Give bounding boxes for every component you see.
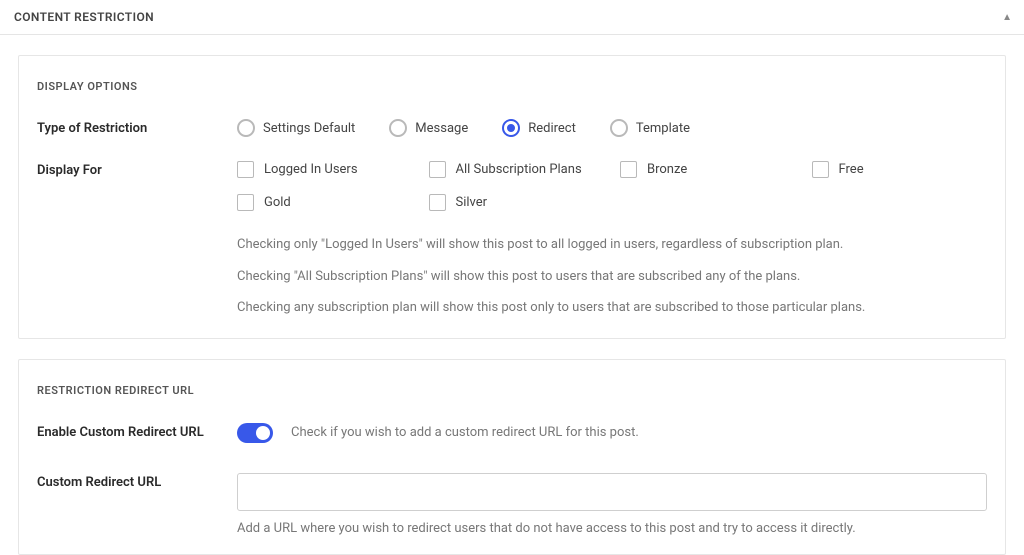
display-for-content: Logged In Users All Subscription Plans B… [237,161,987,318]
radio-template[interactable]: Template [610,119,690,137]
custom-redirect-url-content: Add a URL where you wish to redirect use… [237,473,987,536]
panel-header: CONTENT RESTRICTION ▲ [0,0,1024,35]
checkbox-icon [812,161,829,178]
checkbox-icon [429,161,446,178]
enable-custom-redirect-content: Check if you wish to add a custom redire… [237,423,987,443]
help-text: Checking only "Logged In Users" will sho… [237,235,987,255]
checkbox-label: Logged In Users [264,162,358,177]
type-of-restriction-options: Settings Default Message Redirect Templa… [237,119,987,137]
help-text: Checking "All Subscription Plans" will s… [237,267,987,287]
restriction-redirect-box: RESTRICTION REDIRECT URL Enable Custom R… [18,359,1006,555]
type-of-restriction-label: Type of Restriction [37,119,237,136]
enable-custom-redirect-toggle[interactable] [237,423,273,443]
radio-label: Message [415,121,468,136]
radio-settings-default[interactable]: Settings Default [237,119,355,137]
enable-custom-redirect-row: Enable Custom Redirect URL Check if you … [37,423,987,443]
checkbox-icon [237,194,254,211]
custom-redirect-url-label: Custom Redirect URL [37,473,237,490]
checkbox-all-subscription-plans[interactable]: All Subscription Plans [429,161,605,178]
enable-custom-redirect-label: Enable Custom Redirect URL [37,423,237,440]
display-options-box: DISPLAY OPTIONS Type of Restriction Sett… [18,55,1006,339]
custom-redirect-url-help: Add a URL where you wish to redirect use… [237,521,987,536]
checkbox-label: All Subscription Plans [456,162,582,177]
checkbox-icon [237,161,254,178]
display-for-label: Display For [37,161,237,178]
display-for-options: Logged In Users All Subscription Plans B… [237,161,987,211]
checkbox-bronze[interactable]: Bronze [620,161,796,178]
chevron-up-icon: ▲ [1002,12,1012,23]
checkbox-logged-in-users[interactable]: Logged In Users [237,161,413,178]
display-for-help: Checking only "Logged In Users" will sho… [237,235,987,318]
display-for-row: Display For Logged In Users All Subscrip… [37,161,987,318]
radio-label: Redirect [528,121,576,136]
checkbox-icon [620,161,637,178]
radio-icon [502,119,520,137]
type-of-restriction-row: Type of Restriction Settings Default Mes… [37,119,987,137]
panel-collapse-toggle[interactable]: ▲ [1002,12,1012,23]
radio-message[interactable]: Message [389,119,468,137]
radio-icon [237,119,255,137]
custom-redirect-url-input[interactable] [237,473,987,511]
checkbox-label: Bronze [647,162,687,177]
radio-icon [610,119,628,137]
radio-label: Settings Default [263,121,355,136]
custom-redirect-url-row: Custom Redirect URL Add a URL where you … [37,473,987,536]
checkbox-icon [429,194,446,211]
checkbox-gold[interactable]: Gold [237,194,413,211]
display-options-title: DISPLAY OPTIONS [37,80,987,93]
checkbox-free[interactable]: Free [812,161,988,178]
panel-title: CONTENT RESTRICTION [14,10,154,24]
radio-label: Template [636,121,690,136]
enable-custom-redirect-help: Check if you wish to add a custom redire… [291,425,639,440]
radio-redirect[interactable]: Redirect [502,119,576,137]
checkbox-label: Silver [456,195,488,210]
checkbox-silver[interactable]: Silver [429,194,605,211]
restriction-redirect-title: RESTRICTION REDIRECT URL [37,384,987,397]
toggle-knob-icon [256,426,270,440]
checkbox-label: Free [839,162,864,177]
help-text: Checking any subscription plan will show… [237,298,987,318]
checkbox-label: Gold [264,195,291,210]
radio-icon [389,119,407,137]
